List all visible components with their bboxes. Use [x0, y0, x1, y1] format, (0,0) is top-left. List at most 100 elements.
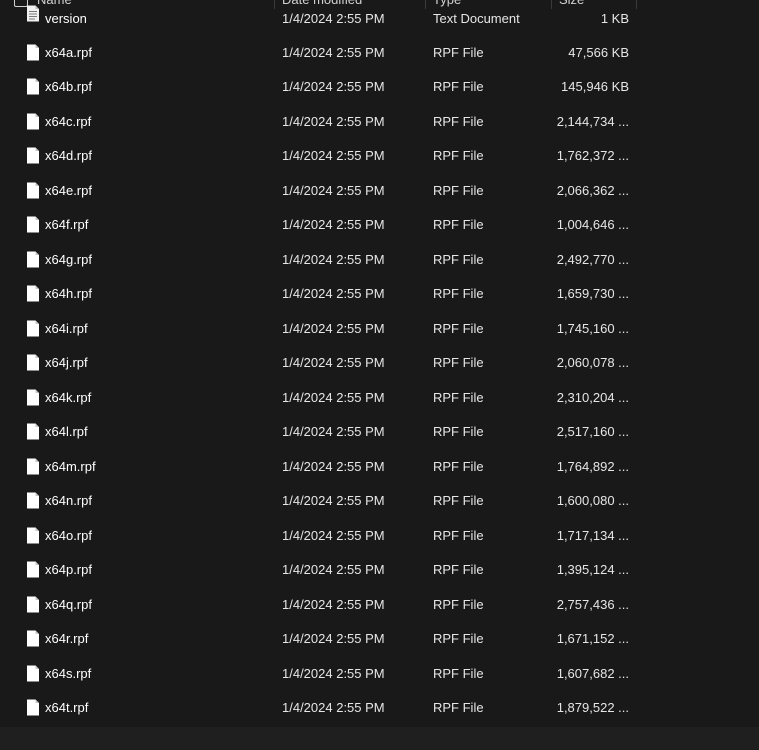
file-size: 1,607,682 ...	[556, 665, 629, 681]
file-name: x64d.rpf	[45, 148, 92, 163]
file-name: x64k.rpf	[45, 389, 92, 405]
file-type: RPF File	[433, 217, 484, 232]
file-date-modified: 1/4/2024 2:55 PM	[282, 148, 385, 163]
file-row[interactable]: x64o.rpf 1/4/2024 2:55 PM RPF File 1,717,13…	[0, 519, 759, 553]
file-size: 2,066,362 ...	[556, 182, 629, 198]
file-row[interactable]: x64d.rpf 1/4/2024 2:55 PM RPF File 1,762,37…	[0, 139, 759, 173]
file-name: x64f.rpf	[45, 217, 89, 232]
text-document-icon	[26, 5, 40, 22]
file-size: 1 KB	[600, 11, 629, 26]
file-date-modified: 1/4/2024 2:55 PM	[282, 44, 385, 60]
file-date-modified: 1/4/2024 2:55 PM	[282, 631, 385, 646]
file-name: x64s.rpf	[45, 665, 92, 681]
file-icon	[26, 182, 40, 199]
file-row[interactable]: version 1/4/2024 2:55 PM Text Document 1 KB	[0, 0, 759, 26]
file-date-modified: 1/4/2024 2:55 PM	[282, 251, 385, 267]
file-size: 2,144,734 ...	[556, 113, 629, 129]
file-row[interactable]: x64f.rpf 1/4/2024 2:55 PM RPF File 1,004,64…	[0, 208, 759, 242]
file-row[interactable]: x64j.rpf 1/4/2024 2:55 PM RPF File 2,060,07…	[0, 346, 759, 380]
file-name: x64e.rpf	[45, 182, 92, 198]
file-date-modified: 1/4/2024 2:55 PM	[282, 665, 385, 681]
file-date-modified: 1/4/2024 2:55 PM	[282, 320, 385, 336]
file-type: RPF File	[433, 458, 484, 474]
file-type: RPF File	[433, 424, 484, 439]
file-size: 1,659,730 ...	[556, 286, 629, 301]
file-size: 1,762,372 ...	[556, 148, 629, 163]
file-row[interactable]: x64n.rpf 1/4/2024 2:55 PM RPF File 1,600,08…	[0, 484, 759, 518]
file-row[interactable]: x64l.rpf 1/4/2024 2:55 PM RPF File 2,517,16…	[0, 415, 759, 449]
file-name: x64b.rpf	[45, 79, 92, 94]
file-icon	[26, 527, 40, 544]
file-row[interactable]: x64b.rpf 1/4/2024 2:55 PM RPF File 145,946 …	[0, 70, 759, 104]
file-row[interactable]: x64q.rpf 1/4/2024 2:55 PM RPF File 2,757,43…	[0, 588, 759, 622]
file-type: RPF File	[433, 44, 484, 60]
file-row[interactable]: x64m.rpf 1/4/2024 2:55 PM RPF File 1,764,89…	[0, 450, 759, 484]
file-type: RPF File	[433, 79, 484, 94]
file-type: RPF File	[433, 182, 484, 198]
file-icon	[26, 354, 40, 371]
file-size: 1,671,152 ...	[556, 631, 629, 646]
file-icon	[26, 147, 40, 164]
file-row[interactable]: x64r.rpf 1/4/2024 2:55 PM RPF File 1,671,15…	[0, 622, 759, 656]
file-type: RPF File	[433, 631, 484, 646]
file-size: 2,492,770 ...	[556, 251, 629, 267]
file-icon	[26, 216, 40, 233]
file-date-modified: 1/4/2024 2:55 PM	[282, 286, 385, 301]
file-date-modified: 1/4/2024 2:55 PM	[282, 113, 385, 129]
file-name: x64i.rpf	[45, 320, 88, 336]
file-date-modified: 1/4/2024 2:55 PM	[282, 11, 385, 26]
file-row[interactable]: x64a.rpf 1/4/2024 2:55 PM RPF File 47,566 K…	[0, 36, 759, 70]
file-type: RPF File	[433, 596, 484, 612]
file-type: RPF File	[433, 665, 484, 681]
file-name: x64t.rpf	[45, 700, 89, 715]
file-row[interactable]: x64p.rpf 1/4/2024 2:55 PM RPF File 1,395,12…	[0, 553, 759, 587]
file-size: 2,517,160 ...	[556, 424, 629, 439]
file-row[interactable]: x64s.rpf 1/4/2024 2:55 PM RPF File 1,607,68…	[0, 657, 759, 691]
file-name: x64q.rpf	[45, 596, 92, 612]
file-size: 2,757,436 ...	[556, 596, 629, 612]
file-size: 1,745,160 ...	[556, 320, 629, 336]
file-type: RPF File	[433, 562, 484, 577]
file-icon	[26, 320, 40, 337]
file-type: RPF File	[433, 113, 484, 129]
file-type: RPF File	[433, 355, 484, 370]
file-size: 1,764,892 ...	[556, 458, 629, 474]
file-icon	[26, 665, 40, 682]
file-row[interactable]: x64k.rpf 1/4/2024 2:55 PM RPF File 2,310,20…	[0, 381, 759, 415]
file-name: x64m.rpf	[45, 458, 96, 474]
file-type: RPF File	[433, 251, 484, 267]
file-name: x64r.rpf	[45, 631, 89, 646]
file-size: 1,879,522 ...	[556, 700, 629, 715]
file-name: x64j.rpf	[45, 355, 88, 370]
file-date-modified: 1/4/2024 2:55 PM	[282, 79, 385, 94]
file-date-modified: 1/4/2024 2:55 PM	[282, 596, 385, 612]
file-name: x64p.rpf	[45, 562, 92, 577]
file-icon	[26, 113, 40, 130]
file-type: RPF File	[433, 389, 484, 405]
file-size: 1,395,124 ...	[556, 562, 629, 577]
file-size: 145,946 KB	[561, 79, 629, 94]
file-row[interactable]: x64g.rpf 1/4/2024 2:55 PM RPF File 2,492,77…	[0, 243, 759, 277]
file-type: RPF File	[433, 148, 484, 163]
file-row[interactable]: x64t.rpf 1/4/2024 2:55 PM RPF File 1,879,52…	[0, 691, 759, 725]
file-row[interactable]: x64e.rpf 1/4/2024 2:55 PM RPF File 2,066,36…	[0, 174, 759, 208]
file-icon	[26, 596, 40, 613]
file-date-modified: 1/4/2024 2:55 PM	[282, 458, 385, 474]
file-size: 1,004,646 ...	[556, 217, 629, 232]
file-date-modified: 1/4/2024 2:55 PM	[282, 700, 385, 715]
file-name: x64c.rpf	[45, 113, 92, 129]
file-name: x64g.rpf	[45, 251, 92, 267]
file-row[interactable]: x64i.rpf 1/4/2024 2:55 PM RPF File 1,745,16…	[0, 312, 759, 346]
file-icon	[26, 78, 40, 95]
file-date-modified: 1/4/2024 2:55 PM	[282, 527, 385, 543]
file-type: RPF File	[433, 700, 484, 715]
file-type: RPF File	[433, 527, 484, 543]
file-date-modified: 1/4/2024 2:55 PM	[282, 355, 385, 370]
file-type: RPF File	[433, 493, 484, 508]
file-date-modified: 1/4/2024 2:55 PM	[282, 182, 385, 198]
file-row[interactable]: x64h.rpf 1/4/2024 2:55 PM RPF File 1,659,73…	[0, 277, 759, 311]
file-size: 1,600,080 ...	[556, 493, 629, 508]
file-row[interactable]: x64c.rpf 1/4/2024 2:55 PM RPF File 2,144,73…	[0, 105, 759, 139]
file-icon	[26, 44, 40, 61]
file-name: x64l.rpf	[45, 424, 88, 439]
